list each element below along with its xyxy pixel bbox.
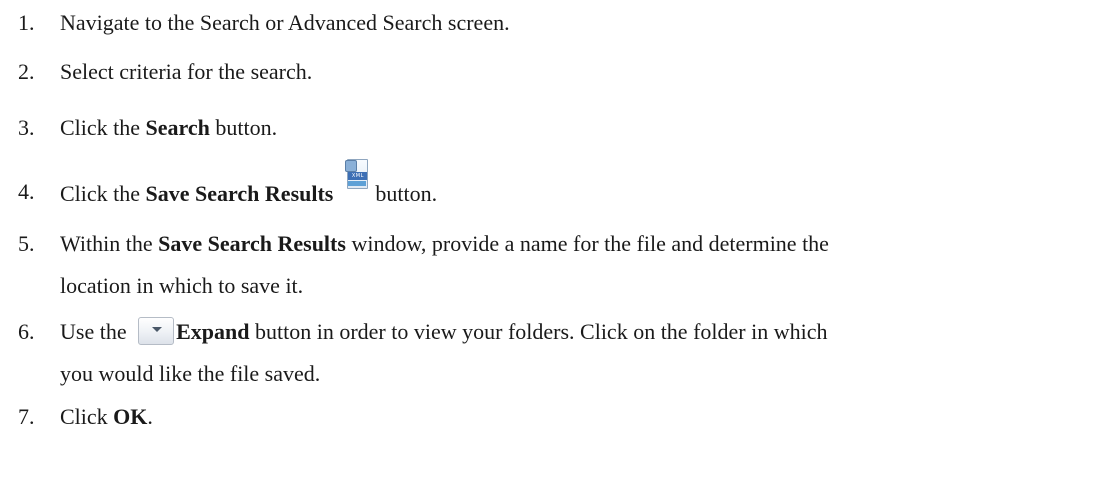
ui-term-save-search-results: Save Search Results xyxy=(145,181,334,206)
step-number: 1. xyxy=(18,10,35,35)
step-number: 4. xyxy=(18,179,35,204)
step-number: 7. xyxy=(18,404,35,429)
step-text: Navigate to the Search or Advanced Searc… xyxy=(60,2,1090,44)
step-number: 6. xyxy=(18,319,35,344)
step-text-continuation: location in which to save it. xyxy=(60,273,304,298)
step-text-pre: Click xyxy=(60,404,114,429)
step-text: Within the Save Search Results window, p… xyxy=(60,223,1090,307)
step-text-content: Select criteria for the search. xyxy=(60,59,313,84)
chevron-down-icon xyxy=(152,327,163,332)
step-text-continuation: you would like the file saved. xyxy=(60,361,321,386)
step-text-post: button. xyxy=(375,181,438,206)
step-number: 5. xyxy=(18,231,35,256)
ui-term-search: Search xyxy=(145,115,210,140)
xml-save-icon-badge xyxy=(345,160,358,172)
step-text: Select criteria for the search. xyxy=(60,51,1090,93)
step-text-post: . xyxy=(147,404,153,429)
xml-save-icon-label: XML xyxy=(348,172,368,180)
step-text: Click the Search button. xyxy=(60,107,1090,149)
step-text-post: window, provide a name for the file and … xyxy=(345,231,829,256)
xml-save-icon-base xyxy=(348,181,367,186)
step-text-pre: Use the xyxy=(60,319,133,344)
step-text: Click OK. xyxy=(60,396,1090,438)
ui-term-save-search-results: Save Search Results xyxy=(158,231,346,256)
ui-term-expand: Expand xyxy=(176,319,250,344)
ui-term-ok: OK xyxy=(113,404,148,429)
step-text-pre: Click the xyxy=(60,181,146,206)
step-text: Click the Save Search Results XML button… xyxy=(60,159,1090,215)
step-text: Use the Expand button in order to view y… xyxy=(60,311,1090,395)
xml-save-icon: XML xyxy=(345,159,369,191)
step-text-content: Navigate to the Search or Advanced Searc… xyxy=(60,10,510,35)
step-text-pre: Click the xyxy=(60,115,146,140)
step-text-post: button in order to view your folders. Cl… xyxy=(249,319,828,344)
step-number: 2. xyxy=(18,59,35,84)
step-number: 3. xyxy=(18,115,35,140)
step-text-post: button. xyxy=(209,115,278,140)
expand-button-icon xyxy=(138,317,175,345)
step-text-pre: Within the xyxy=(60,231,159,256)
